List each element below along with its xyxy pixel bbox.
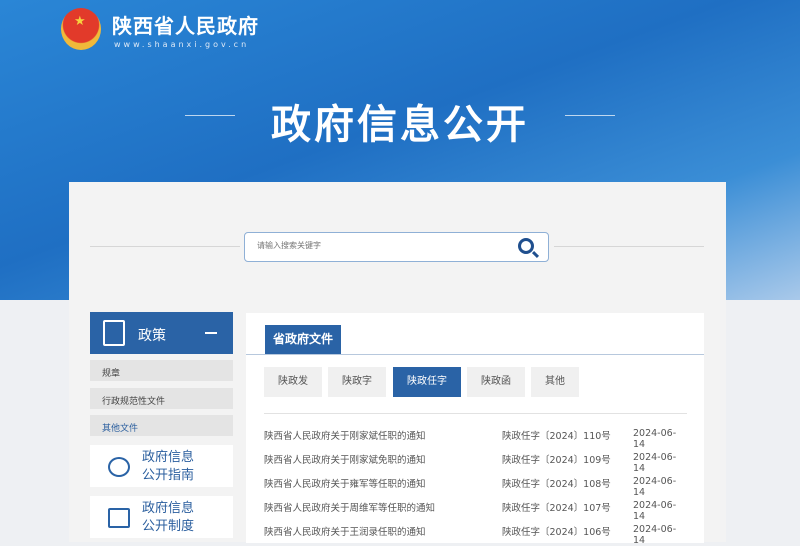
subtab-shaanzhenghan[interactable]: 陕政函 (467, 367, 525, 397)
site-name[interactable]: 陕西省人民政府 (112, 10, 259, 39)
table-row[interactable]: 陕西省人民政府关于刚家斌免职的通知 陕政任字〔2024〕109号 2024-06-1… (264, 452, 687, 474)
table-row[interactable]: 陕西省人民政府关于周维军等任职的通知 陕政任字〔2024〕107号 2024-06-… (264, 500, 687, 522)
doc-title[interactable]: 陕西省人民政府关于刚家斌任职的通知 (264, 428, 426, 442)
card-line: 公开制度 (142, 519, 195, 534)
doc-date: 2024-06-14 (633, 452, 677, 474)
divider (264, 413, 687, 414)
doc-title[interactable]: 陕西省人民政府关于刚家斌免职的通知 (264, 452, 426, 466)
tab-underline (246, 354, 704, 355)
subtab-other[interactable]: 其他 (531, 367, 579, 397)
sidebar-section-label: 政策 (138, 328, 166, 344)
tab-provincial-docs[interactable]: 省政府文件 (265, 325, 342, 354)
doc-date: 2024-06-14 (633, 500, 677, 522)
subtab-shaanzhengfa[interactable]: 陕政发 (264, 367, 322, 397)
doc-title[interactable]: 陕西省人民政府关于雍军等任职的通知 (264, 476, 426, 490)
doc-date: 2024-06-14 (633, 476, 677, 498)
site-url: www.shaanxi.gov.cn (114, 40, 250, 49)
subtab-shaanzhengrenzi[interactable]: 陕政任字 (393, 367, 461, 397)
doc-number: 陕政任字〔2024〕106号 (502, 527, 611, 538)
info-disclosure-system-card[interactable]: 政府信息 公开制度 (90, 496, 233, 538)
search-icon[interactable] (518, 238, 534, 254)
subtab-shaanzhengzi[interactable]: 陕政字 (328, 367, 386, 397)
compass-icon (108, 457, 130, 477)
doc-date: 2024-06-14 (633, 428, 677, 450)
divider (90, 246, 240, 247)
sidebar-item-other-docs[interactable]: 其他文件 (90, 415, 233, 436)
doc-number: 陕政任字〔2024〕110号 (502, 431, 611, 442)
doc-number: 陕政任字〔2024〕108号 (502, 479, 611, 490)
info-disclosure-guide-card[interactable]: 政府信息 公开指南 (90, 445, 233, 487)
card-line: 公开指南 (142, 468, 195, 483)
doc-title[interactable]: 陕西省人民政府关于王润录任职的通知 (264, 524, 426, 538)
doc-number: 陕政任字〔2024〕109号 (502, 455, 611, 466)
card-line: 政府信息 (142, 501, 195, 516)
page-title: 政府信息公开 (271, 102, 529, 148)
sidebar-item-normative-docs[interactable]: 行政规范性文件 (90, 388, 233, 409)
sidebar-section-policy[interactable]: 政策 (90, 312, 233, 354)
doc-date: 2024-06-14 (633, 524, 677, 546)
doc-title[interactable]: 陕西省人民政府关于周维军等任职的通知 (264, 500, 435, 514)
doc-number: 陕政任字〔2024〕107号 (502, 503, 611, 514)
search-box (244, 232, 549, 262)
divider (554, 246, 704, 247)
table-row[interactable]: 陕西省人民政府关于雍军等任职的通知 陕政任字〔2024〕108号 2024-06-1… (264, 476, 687, 498)
card-line: 政府信息 (142, 450, 195, 465)
document-icon (103, 320, 125, 346)
search-input[interactable] (257, 241, 497, 250)
table-row[interactable]: 陕西省人民政府关于刚家斌任职的通知 陕政任字〔2024〕110号 2024-06-1… (264, 428, 687, 450)
national-emblem-logo[interactable] (61, 8, 101, 50)
sidebar-item-rules[interactable]: 规章 (90, 360, 233, 381)
collapse-icon[interactable] (205, 332, 217, 334)
list-window-icon (108, 508, 130, 528)
